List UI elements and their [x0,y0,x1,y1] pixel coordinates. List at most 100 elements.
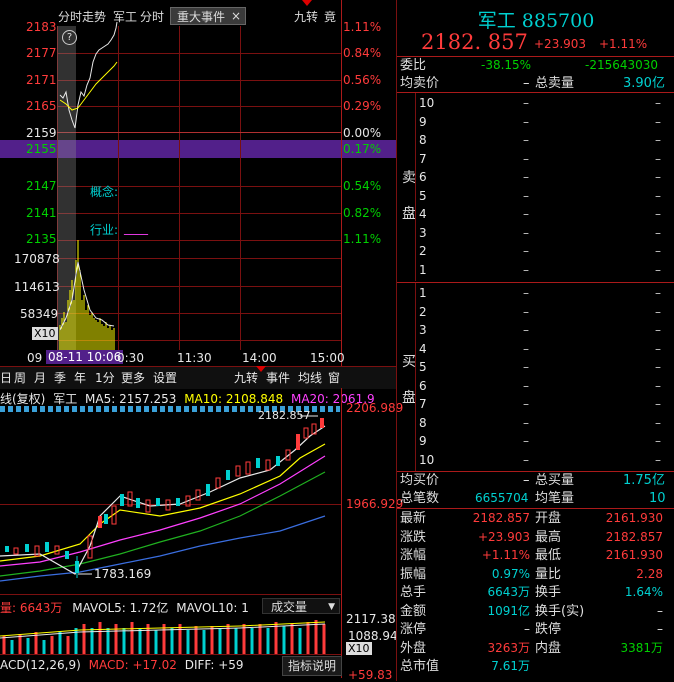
quote-panel: 军工 885700 2182. 857 +23.903 +1.11% 委比 -3… [396,0,674,681]
sell-level-row[interactable]: 8 – – [419,131,665,149]
sell-level-price: – [523,133,529,147]
buy-level-row[interactable]: 5 – – [419,358,665,376]
kvol-tick-1: 1088.94 [348,629,398,643]
sell-level-row[interactable]: 3 – – [419,224,665,242]
time-label-5: 15:00 [310,351,345,365]
stat-value: 2.28 [636,566,663,581]
sell-level-row[interactable]: 4 – – [419,205,665,223]
stat-label: 外盘 [400,640,427,656]
stat-value [587,658,663,675]
buy-level-volume: – [655,397,661,411]
buy-level-row[interactable]: 10 – – [419,451,665,469]
time-label-4: 14:00 [242,351,277,365]
stat-label: 振幅 [400,566,427,582]
pct-tick-0: 1.11% [343,20,382,34]
last-price: 2182. 857 [421,30,528,54]
buy-level-row[interactable]: 2 – – [419,303,665,321]
stat-label: 换手(实) [535,603,585,619]
sell-level-price: – [523,151,529,166]
stat-value: 2182.857 [472,511,530,525]
buy-level-price: – [523,323,529,337]
pct-tick-7: 0.82% [343,206,382,220]
sell-level-row[interactable]: 10 – – [419,94,665,112]
sell-level-row[interactable]: 7 – – [419,150,665,168]
weibi-value: -215643030 [585,58,659,72]
buy-side-label: 买 盘 [402,354,416,406]
stat-value: +1.11% [481,548,530,562]
macd-legend-row: ACD(12,26,9) MACD: +17.02 DIFF: +59 [0,658,244,672]
macd-value: MACD: +17.02 [88,658,177,672]
price-change: +23.903 [534,37,587,51]
stat-label: 跌停 [535,622,562,637]
stat-label: 总手 [400,585,427,600]
stat-label: 最新 [400,511,427,526]
stat-value: 3381万 [620,640,663,655]
sell-level-row[interactable]: 5 – – [419,187,665,205]
stat-value: 1091亿 [487,603,530,618]
sell-level-volume: – [655,96,661,110]
buy-level-volume: – [655,286,661,300]
stat-value: 7.61万 [491,659,530,673]
sell-level-row[interactable]: 2 – – [419,242,665,260]
sell-level-volume: – [655,133,661,147]
buy-level-price: – [523,286,529,300]
buy-level-price: – [523,360,529,374]
sell-level-number: 6 [419,170,427,184]
stat-label: 涨跌 [400,529,427,545]
stat-label: 换手 [535,585,562,600]
total-sell-value: 3.90亿 [623,76,665,91]
sell-level-row[interactable]: 6 – – [419,168,665,186]
buy-level-row[interactable]: 3 – – [419,321,665,339]
buy-level-row[interactable]: 1 – – [419,284,665,302]
stat-label: 最低 [535,548,562,563]
stat-label: 最高 [535,529,562,545]
avg-sell-value: – [523,76,530,91]
pct-tick-4: 0.00% [343,126,382,140]
buy-level-row[interactable]: 9 – – [419,432,665,450]
sell-level-volume: – [655,225,661,240]
buy-level-price: – [523,304,529,319]
buy-level-volume: – [655,341,661,356]
stat-label: 涨幅 [400,548,427,563]
buy-level-number: 10 [419,452,435,467]
intraday-volume-bars [59,240,115,350]
kline-y-top: 2206.989 [346,401,404,415]
macd-tick: +59.83 [348,668,393,682]
sell-level-row[interactable]: 1 – – [419,261,665,279]
sell-level-price: – [523,170,529,184]
buy-level-volume: – [655,378,661,393]
stat-value: – [524,622,530,636]
sell-level-volume: – [655,244,661,258]
total-sell-label: 总卖量 [535,76,575,91]
indicator-help-button[interactable]: 指标说明 [282,656,342,676]
stat-label: 金额 [400,603,427,619]
stat-value: 2182.857 [605,529,663,544]
kline-y-mid: 1966.929 [346,497,404,511]
sell-level-volume: – [655,262,661,277]
avg-trade-value: 10 [649,491,666,506]
avg-sell-label: 均卖价 [400,76,440,91]
sell-level-price: – [523,96,529,110]
buy-level-price: – [523,434,529,448]
buy-level-row[interactable]: 8 – – [419,414,665,432]
time-label-3: 11:30 [177,351,212,365]
sell-level-number: 2 [419,244,427,258]
sell-level-volume: – [655,170,661,184]
buy-level-row[interactable]: 6 – – [419,377,665,395]
macd-label: ACD(12,26,9) [0,658,81,672]
buy-level-number: 3 [419,323,427,337]
time-label-0: 09 [27,351,43,365]
sell-level-number: 7 [419,151,427,166]
buy-level-number: 1 [419,286,427,300]
sell-level-row[interactable]: 9 – – [419,113,665,131]
sell-level-price: – [523,188,529,203]
buy-level-number: 8 [419,415,427,430]
buy-level-row[interactable]: 4 – – [419,340,665,358]
stat-value: 3263万 [487,640,530,655]
stat-value: – [657,603,663,618]
stat-value: 1.64% [624,585,663,599]
industry-value[interactable]: ____ [124,221,148,235]
buy-level-row[interactable]: 7 – – [419,395,665,413]
buy-level-number: 7 [419,397,427,411]
buy-level-number: 9 [419,434,427,448]
